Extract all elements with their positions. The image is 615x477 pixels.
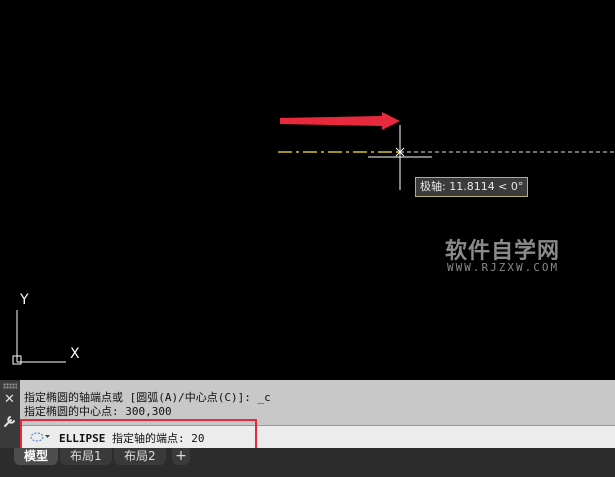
red-arrow (280, 112, 400, 130)
history-line: 指定椭圆的轴端点或 [圆弧(A)/中心点(C)]: _c (24, 391, 271, 404)
drawing-canvas[interactable]: Y X 极轴: 11.8114 < 0° 软件自学网 WWW.RJZXW.COM (0, 0, 615, 380)
tab-layout2[interactable]: 布局2 (114, 448, 166, 465)
history-line: 指定椭圆的中心点: 300,300 (24, 405, 172, 418)
command-name: ELLIPSE (59, 432, 106, 445)
command-value: 20 (191, 432, 205, 445)
command-line-text: ELLIPSE 指定轴的端点: 20 (59, 430, 204, 446)
ucs-x-label: X (70, 346, 80, 362)
command-input[interactable]: ELLIPSE 指定轴的端点: 20 (21, 425, 615, 448)
watermark-url: WWW.RJZXW.COM (447, 261, 560, 274)
close-icon[interactable]: ✕ (4, 393, 15, 407)
command-line-panel: ✕ 指定椭圆的轴端点或 [圆弧(A)/中心点(C)]: _c 指定椭圆的中心点:… (0, 380, 615, 457)
grip-handle-icon[interactable] (3, 383, 17, 389)
layout-tab-bar: 模型 布局1 布局2 + (0, 448, 615, 477)
command-history: 指定椭圆的轴端点或 [圆弧(A)/中心点(C)]: _c 指定椭圆的中心点: 3… (24, 391, 604, 419)
command-prompt: 指定轴的端点: (111, 432, 185, 445)
ucs-y-label: Y (19, 292, 29, 308)
tab-layout1[interactable]: 布局1 (60, 448, 112, 465)
tab-model[interactable]: 模型 (14, 448, 59, 465)
command-grip[interactable]: ✕ (0, 380, 20, 457)
wrench-icon[interactable] (3, 414, 17, 428)
command-prompt-icon[interactable] (29, 429, 51, 445)
polar-tooltip: 极轴: 11.8114 < 0° (415, 177, 529, 197)
add-layout-button[interactable]: + (172, 448, 190, 465)
ucs-icon (12, 310, 66, 365)
